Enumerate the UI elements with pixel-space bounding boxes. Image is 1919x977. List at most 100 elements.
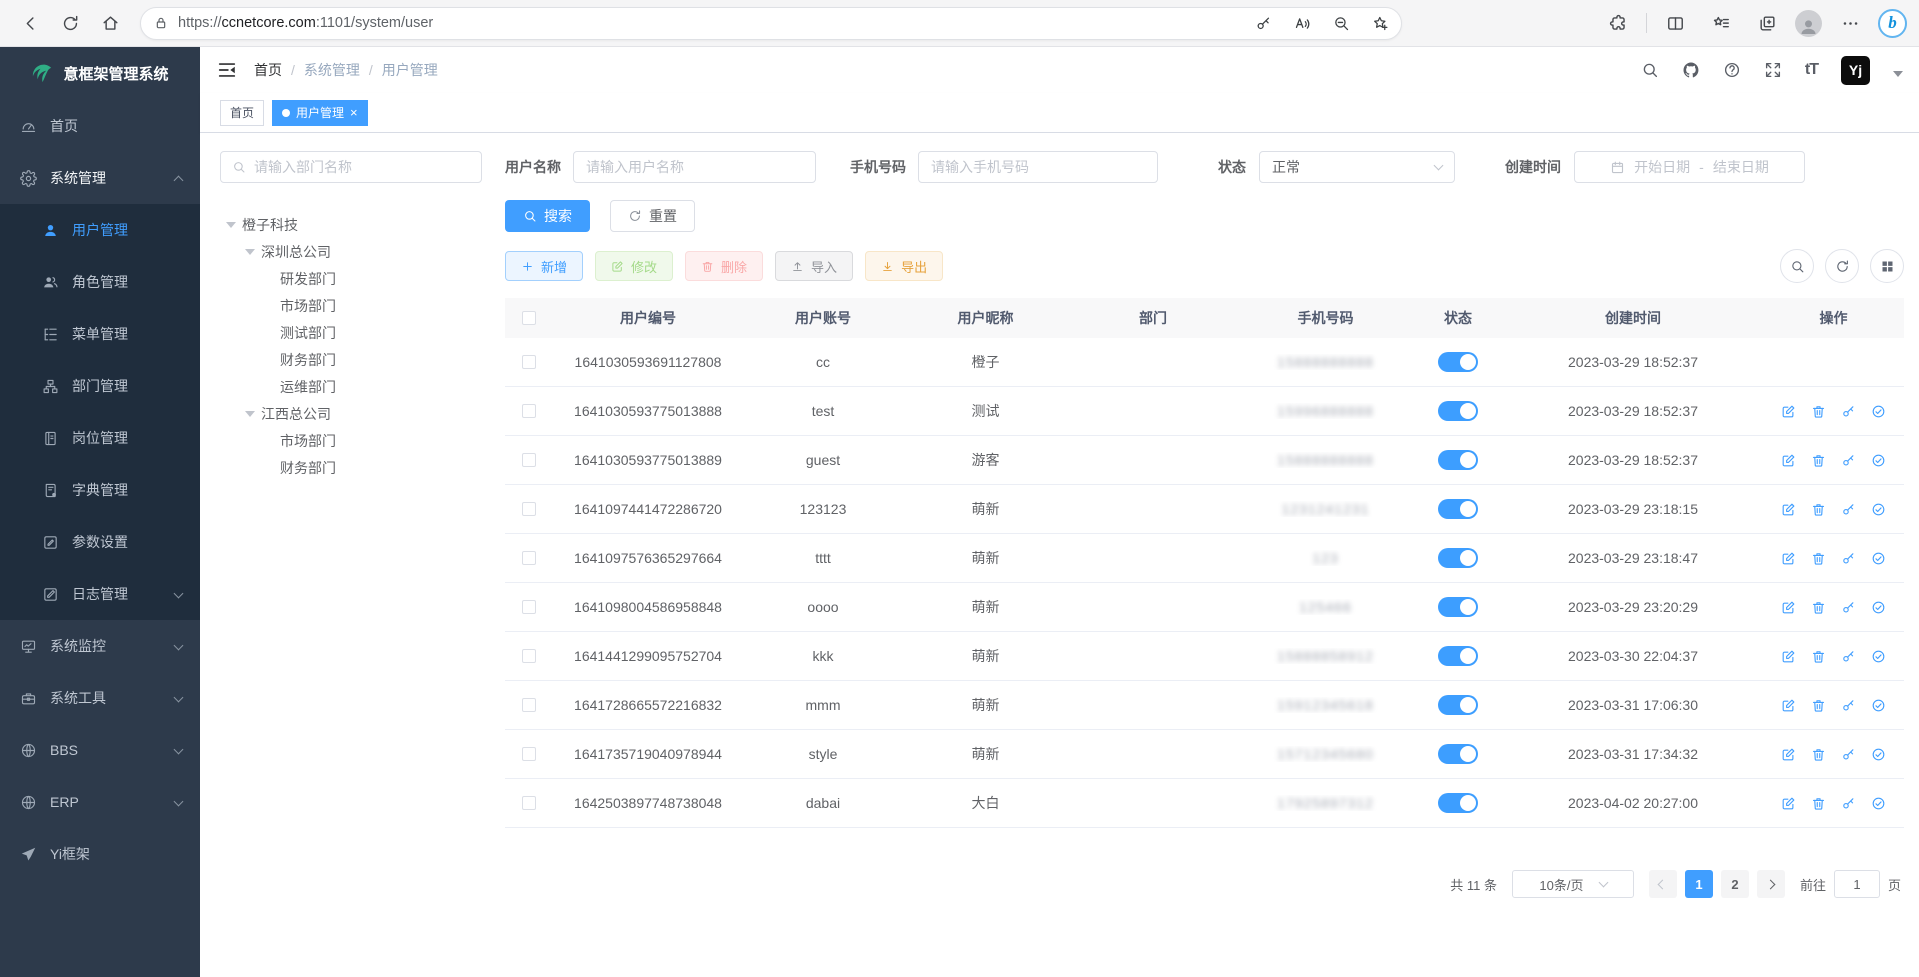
row-checkbox[interactable]: [522, 502, 536, 516]
status-toggle[interactable]: [1438, 352, 1478, 372]
reset-password-icon[interactable]: [1841, 502, 1856, 517]
delete-user-icon[interactable]: [1811, 502, 1826, 517]
extensions-icon[interactable]: [1600, 5, 1636, 41]
delete-user-icon[interactable]: [1811, 600, 1826, 615]
tree-node-org-sz-fin[interactable]: 财务部门: [220, 346, 505, 373]
help-icon[interactable]: [1723, 61, 1741, 79]
status-toggle[interactable]: [1438, 499, 1478, 519]
phone-input[interactable]: 请输入手机号码: [918, 151, 1158, 183]
delete-user-icon[interactable]: [1811, 747, 1826, 762]
reset-password-icon[interactable]: [1841, 747, 1856, 762]
next-page-button[interactable]: [1757, 870, 1785, 898]
browser-home-button[interactable]: [92, 5, 128, 41]
collapse-sidebar-icon[interactable]: [216, 59, 238, 81]
date-range-picker[interactable]: 开始日期 - 结束日期: [1574, 151, 1805, 183]
sidebar-item-home[interactable]: 首页: [0, 100, 200, 152]
select-all-checkbox[interactable]: [522, 311, 536, 325]
sidebar-item-erp[interactable]: ERP: [0, 776, 200, 828]
read-aloud-icon[interactable]: [1287, 8, 1317, 38]
assign-role-icon[interactable]: [1871, 600, 1886, 615]
sidebar-item-param[interactable]: 参数设置: [0, 516, 200, 568]
split-screen-icon[interactable]: [1657, 5, 1693, 41]
edit-user-icon[interactable]: [1781, 796, 1796, 811]
status-toggle[interactable]: [1438, 401, 1478, 421]
edit-user-icon[interactable]: [1781, 404, 1796, 419]
column-settings-button[interactable]: [1870, 249, 1904, 283]
tree-node-org-sz-test[interactable]: 测试部门: [220, 319, 505, 346]
close-tab-icon[interactable]: ×: [350, 106, 358, 119]
reset-password-icon[interactable]: [1841, 551, 1856, 566]
tree-node-org-jx-fin[interactable]: 财务部门: [220, 454, 505, 481]
assign-role-icon[interactable]: [1871, 502, 1886, 517]
assign-role-icon[interactable]: [1871, 796, 1886, 811]
row-checkbox[interactable]: [522, 600, 536, 614]
tree-node-org-sz-ops[interactable]: 运维部门: [220, 373, 505, 400]
status-toggle[interactable]: [1438, 793, 1478, 813]
sidebar-item-tool[interactable]: 系统工具: [0, 672, 200, 724]
row-checkbox[interactable]: [522, 796, 536, 810]
breadcrumb-home[interactable]: 首页: [254, 60, 282, 80]
bing-chat-icon[interactable]: b: [1878, 9, 1907, 38]
edit-user-icon[interactable]: [1781, 747, 1796, 762]
edit-user-icon[interactable]: [1781, 551, 1796, 566]
github-icon[interactable]: [1682, 61, 1700, 79]
caret-down-icon[interactable]: [1893, 71, 1903, 77]
sidebar-item-log[interactable]: 日志管理: [0, 568, 200, 620]
row-checkbox[interactable]: [522, 355, 536, 369]
goto-page-input[interactable]: 1: [1834, 870, 1880, 898]
browser-profile-avatar[interactable]: [1795, 10, 1822, 37]
tree-node-org-root[interactable]: 橙子科技: [220, 211, 505, 238]
collections-icon[interactable]: [1749, 5, 1785, 41]
assign-role-icon[interactable]: [1871, 747, 1886, 762]
username-input[interactable]: 请输入用户名称: [573, 151, 816, 183]
search-button[interactable]: 搜索: [505, 200, 590, 232]
tree-node-org-jx[interactable]: 江西总公司: [220, 400, 505, 427]
browser-refresh-button[interactable]: [52, 5, 88, 41]
sidebar-item-dict[interactable]: 字典管理: [0, 464, 200, 516]
row-checkbox[interactable]: [522, 698, 536, 712]
edit-user-icon[interactable]: [1781, 600, 1796, 615]
edit-button[interactable]: 修改: [595, 251, 673, 281]
sidebar-item-bbs[interactable]: BBS: [0, 724, 200, 776]
edit-user-icon[interactable]: [1781, 502, 1796, 517]
search-icon[interactable]: [1641, 61, 1659, 79]
delete-user-icon[interactable]: [1811, 796, 1826, 811]
sidebar-item-monitor[interactable]: 系统监控: [0, 620, 200, 672]
department-search-input[interactable]: 请输入部门名称: [220, 151, 482, 183]
tree-node-org-jx-mkt[interactable]: 市场部门: [220, 427, 505, 454]
fullscreen-icon[interactable]: [1764, 61, 1782, 79]
reset-password-icon[interactable]: [1841, 600, 1856, 615]
show-search-button[interactable]: [1780, 249, 1814, 283]
font-size-icon[interactable]: tT: [1805, 61, 1818, 79]
assign-role-icon[interactable]: [1871, 453, 1886, 468]
status-toggle[interactable]: [1438, 450, 1478, 470]
refresh-table-button[interactable]: [1825, 249, 1859, 283]
status-toggle[interactable]: [1438, 548, 1478, 568]
reset-password-icon[interactable]: [1841, 649, 1856, 664]
tree-node-org-sz-rd[interactable]: 研发部门: [220, 265, 505, 292]
reset-password-icon[interactable]: [1841, 404, 1856, 419]
add-button[interactable]: 新增: [505, 251, 583, 281]
browser-menu-icon[interactable]: [1832, 5, 1868, 41]
page-size-select[interactable]: 10条/页: [1512, 870, 1634, 898]
import-button[interactable]: 导入: [775, 251, 853, 281]
sidebar-item-system[interactable]: 系统管理: [0, 152, 200, 204]
delete-user-icon[interactable]: [1811, 698, 1826, 713]
assign-role-icon[interactable]: [1871, 649, 1886, 664]
edit-user-icon[interactable]: [1781, 698, 1796, 713]
sidebar-item-yi[interactable]: Yi框架: [0, 828, 200, 880]
page-button-1[interactable]: 1: [1685, 870, 1713, 898]
tab-home[interactable]: 首页: [220, 100, 264, 126]
tab-user-management[interactable]: 用户管理 ×: [272, 100, 368, 126]
tree-node-org-sz[interactable]: 深圳总公司: [220, 238, 505, 265]
breadcrumb-system[interactable]: 系统管理: [304, 60, 360, 80]
favorites-bar-icon[interactable]: [1703, 5, 1739, 41]
delete-button[interactable]: 删除: [685, 251, 763, 281]
add-favorite-icon[interactable]: [1365, 8, 1395, 38]
tree-node-org-sz-mkt[interactable]: 市场部门: [220, 292, 505, 319]
delete-user-icon[interactable]: [1811, 404, 1826, 419]
status-select[interactable]: 正常: [1259, 151, 1455, 183]
prev-page-button[interactable]: [1649, 870, 1677, 898]
status-toggle[interactable]: [1438, 597, 1478, 617]
edit-user-icon[interactable]: [1781, 649, 1796, 664]
